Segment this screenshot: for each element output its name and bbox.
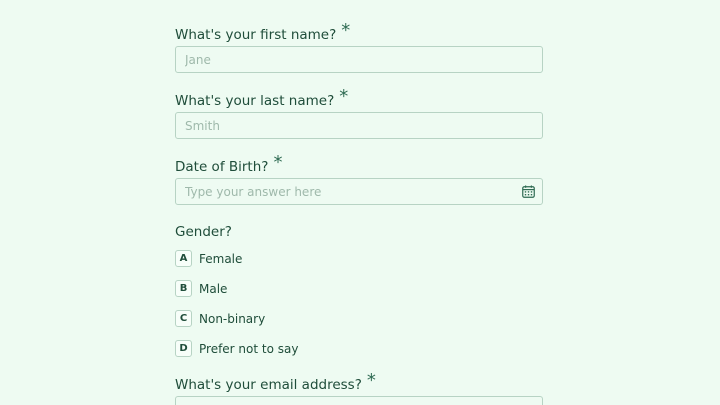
gender-option-male[interactable]: B Male xyxy=(175,279,227,298)
email-label: What's your email address? xyxy=(175,377,362,393)
gender-option-non-binary[interactable]: C Non-binary xyxy=(175,309,265,328)
option-label: Female xyxy=(199,251,243,266)
option-key: A xyxy=(175,250,192,267)
email-field[interactable] xyxy=(175,396,543,405)
gender-option-prefer-not-to-say[interactable]: D Prefer not to say xyxy=(175,339,298,358)
option-label: Prefer not to say xyxy=(199,341,299,356)
dob-input[interactable] xyxy=(176,179,515,204)
first-name-field[interactable] xyxy=(175,46,543,73)
last-name-label: What's your last name? xyxy=(175,93,335,109)
gender-option-female[interactable]: A Female xyxy=(175,249,242,268)
option-label: Non-binary xyxy=(199,311,266,326)
gender-label: Gender? xyxy=(175,224,232,240)
last-name-field[interactable] xyxy=(175,112,543,139)
option-label: Male xyxy=(199,281,228,296)
required-asterisk: * xyxy=(366,370,376,391)
option-key: C xyxy=(175,310,192,327)
first-name-label: What's your first name? xyxy=(175,27,337,43)
dob-field[interactable] xyxy=(175,178,543,205)
last-name-input[interactable] xyxy=(176,113,515,138)
last-name-question: What's your last name? * xyxy=(175,86,349,110)
required-asterisk: * xyxy=(341,20,351,41)
gender-question: Gender? xyxy=(175,224,232,240)
dob-question: Date of Birth? * xyxy=(175,152,283,176)
email-question: What's your email address? * xyxy=(175,370,376,394)
first-name-input[interactable] xyxy=(176,47,515,72)
calendar-icon[interactable] xyxy=(522,185,535,198)
first-name-question: What's your first name? * xyxy=(175,20,351,44)
required-asterisk: * xyxy=(339,86,349,107)
required-asterisk: * xyxy=(273,152,283,173)
dob-label: Date of Birth? xyxy=(175,159,269,175)
option-key: B xyxy=(175,280,192,297)
option-key: D xyxy=(175,340,192,357)
